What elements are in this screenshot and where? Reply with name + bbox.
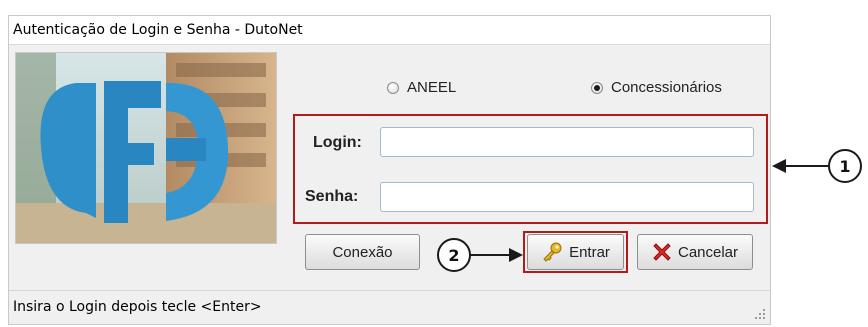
entrar-label: Entrar	[569, 243, 610, 261]
status-text: Insira o Login depois tecle <Enter>	[13, 299, 262, 315]
callout-1-arrow	[772, 159, 828, 173]
window-title: Autenticação de Login e Senha - DutoNet	[13, 22, 303, 38]
key-icon	[541, 241, 563, 263]
radio-concessionarios-button[interactable]	[591, 81, 603, 94]
radio-aneel-button[interactable]	[387, 81, 399, 94]
callout-1-badge: 1	[828, 149, 862, 183]
radio-concessionarios-label: Concessionários	[611, 79, 722, 96]
conexao-button[interactable]: Conexão	[305, 234, 420, 270]
radio-aneel-label: ANEEL	[407, 79, 457, 96]
login-input[interactable]	[380, 127, 754, 157]
callout-2-badge: 2	[437, 238, 471, 272]
red-x-icon	[652, 242, 672, 262]
cancelar-label: Cancelar	[677, 243, 739, 261]
status-bar: Insira o Login depois tecle <Enter>	[9, 290, 770, 324]
login-dialog: Autenticação de Login e Senha - DutoNet	[8, 15, 771, 325]
senha-input[interactable]	[380, 182, 754, 212]
callout-2-arrow	[470, 248, 523, 262]
login-label: Login:	[313, 134, 362, 151]
dutonet-logo-photo	[15, 52, 277, 244]
title-bar[interactable]: Autenticação de Login e Senha - DutoNet	[9, 16, 770, 45]
radio-concessionarios[interactable]: Concessionários	[591, 79, 722, 96]
logo-image	[16, 53, 276, 243]
entrar-button[interactable]: Entrar	[527, 234, 624, 270]
cancelar-button[interactable]: Cancelar	[637, 234, 753, 270]
radio-aneel[interactable]: ANEEL	[387, 79, 456, 96]
resize-grip-icon[interactable]	[754, 308, 766, 320]
conexao-label: Conexão	[332, 243, 393, 261]
senha-label: Senha:	[305, 188, 359, 205]
